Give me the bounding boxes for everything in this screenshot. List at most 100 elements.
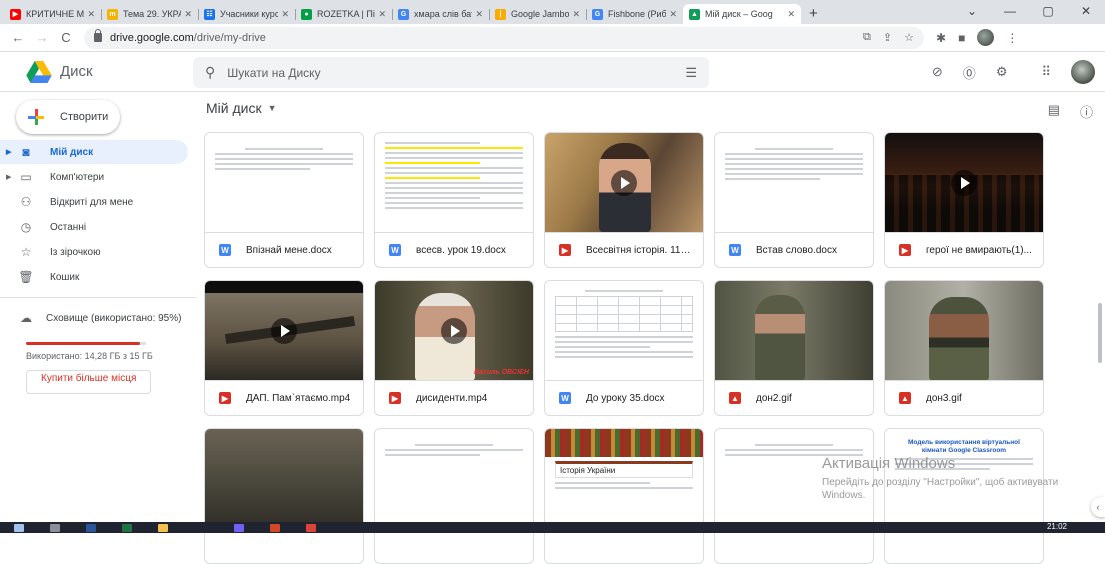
maximize-icon[interactable]: ▢ [1029, 0, 1067, 24]
reload-icon[interactable]: C [56, 30, 76, 45]
viber-taskbar-icon[interactable] [234, 523, 244, 532]
drive-brand[interactable]: Диск [60, 63, 93, 80]
chrome-taskbar-icon[interactable] [306, 523, 316, 532]
file-card[interactable]: ▲ дон3.gif [884, 280, 1044, 416]
file-card[interactable]: ▶ Всесвітня історія. 11 к... [544, 132, 704, 268]
sidebar-item-recent[interactable]: ◷ Останні [0, 215, 188, 239]
breadcrumb[interactable]: Мій диск ▼ [206, 100, 277, 116]
windows-start-icon[interactable] [14, 523, 24, 532]
file-card[interactable]: W Встав слово.docx [714, 132, 874, 268]
search-input[interactable] [227, 65, 668, 80]
expand-arrow-icon[interactable]: ▶ [6, 148, 18, 156]
sidebar-item-computers[interactable]: ▶ ▭ Комп'ютери [0, 165, 188, 189]
file-card[interactable] [204, 428, 364, 564]
tab-close-icon[interactable]: ✕ [281, 9, 289, 20]
install-app-icon[interactable]: ⧉ [863, 31, 871, 44]
file-card[interactable]: Василь ОВСІЄН ▶ дисиденти.mp4 [374, 280, 534, 416]
offline-status-icon[interactable]: ⊘ [932, 64, 943, 80]
sidebar-item-my-drive[interactable]: ▶ ◙ Мій диск [0, 140, 188, 164]
browser-tab[interactable]: ▲ Мій диск – Goog ✕ [683, 4, 801, 24]
browser-tab[interactable]: ☷ Учасники курсу ✕ [198, 4, 295, 24]
url-field[interactable]: drive.google.com/drive/my-drive ⧉ ⇪ ☆ [84, 26, 924, 49]
info-icon[interactable]: ⓘ [1080, 102, 1093, 121]
file-card[interactable]: ▶ герої не вмирають(1)... [884, 132, 1044, 268]
scrollbar[interactable] [1098, 303, 1102, 363]
sidebar-item-shared[interactable]: ⚇ Відкриті для мене [0, 190, 188, 214]
tab-close-icon[interactable]: ✕ [572, 9, 580, 20]
tab-label: хмара слів батьк [414, 9, 472, 19]
back-icon[interactable]: ← [8, 30, 28, 45]
play-icon[interactable] [611, 169, 637, 196]
browser-tab[interactable]: | Google Jamboard✕ [489, 4, 586, 24]
tab-label: Мій диск – Goog [705, 9, 773, 19]
doc-title: Модель використання віртуальної кімнати … [908, 439, 1020, 454]
minimize-icon[interactable]: — [991, 0, 1029, 24]
browser-tab[interactable]: ● ROZETKA | Підв✕ [295, 4, 392, 24]
file-card[interactable]: W Впізнай мене.docx [204, 132, 364, 268]
tab-close-icon[interactable]: ✕ [669, 9, 677, 20]
play-icon[interactable] [951, 169, 977, 196]
search-options-icon[interactable]: ☰ [685, 65, 697, 81]
file-card[interactable]: ▶ ДАП. Пам`ятаємо.mp4 [204, 280, 364, 416]
browser-tab[interactable]: G Fishbone (Рибна✕ [586, 4, 683, 24]
file-card[interactable]: Wвсесв. урок 19.docx [374, 132, 534, 268]
sidebar-item-storage[interactable]: ☁ Сховище (використано: 95%) [0, 306, 188, 330]
file-card[interactable] [374, 428, 534, 564]
extension-pin-icon[interactable]: ✱ [936, 31, 946, 45]
tab-search-icon[interactable]: ⌄ [953, 0, 991, 24]
browser-tab[interactable]: Gхмара слів батьк✕ [392, 4, 489, 24]
create-button[interactable]: Створити [16, 100, 120, 134]
help-icon[interactable]: ⓪ [963, 63, 976, 82]
file-thumbnail [715, 133, 873, 233]
expand-arrow-icon[interactable]: ▶ [6, 173, 18, 181]
file-card[interactable]: ▲ дон2.gif [714, 280, 874, 416]
tab-close-icon[interactable]: ✕ [378, 9, 386, 20]
tab-close-icon[interactable]: ✕ [787, 9, 795, 20]
drive-logo-icon[interactable] [24, 60, 54, 83]
account-avatar[interactable] [1071, 60, 1095, 84]
watermark-text: Перейдіть до розділу "Настройки", щоб ак… [822, 477, 1059, 501]
excel-taskbar-icon[interactable] [122, 523, 132, 532]
forward-icon[interactable]: → [32, 30, 52, 45]
address-bar: ← → C drive.google.com/drive/my-drive ⧉ … [0, 24, 1105, 52]
tab-label: Google Jamboard [511, 9, 570, 19]
new-tab-icon[interactable]: + [809, 5, 818, 22]
play-icon[interactable] [441, 317, 467, 344]
file-name: всесв. урок 19.docx [416, 244, 506, 256]
buy-storage-button[interactable]: Купити більше місця [26, 370, 151, 394]
file-name: Встав слово.docx [756, 244, 837, 256]
profile-avatar[interactable] [977, 29, 995, 46]
sidebar-item-starred[interactable]: ☆ Із зірочкою [0, 240, 188, 264]
plus-icon [28, 109, 44, 125]
play-icon[interactable] [271, 317, 297, 344]
sidebar-item-trash[interactable]: 🗑 Кошик [0, 265, 188, 289]
file-name: Всесвітня історія. 11 к... [586, 244, 693, 256]
browser-tab[interactable]: ▶ КРИТИЧНЕ МИС✕ [4, 4, 101, 24]
browser-tab[interactable]: m Тема 29. УКРАЇН✕ [101, 4, 198, 24]
file-card[interactable]: Історія України [544, 428, 704, 564]
word-taskbar-icon[interactable] [86, 523, 96, 532]
tab-close-icon[interactable]: ✕ [184, 9, 192, 20]
share-icon[interactable]: ⇪ [883, 31, 892, 44]
taskbar-clock[interactable]: 21:02 [1047, 522, 1067, 531]
lock-icon[interactable] [94, 29, 102, 42]
settings-gear-icon[interactable]: ⚙ [996, 64, 1008, 80]
browser-menu-icon[interactable]: ⋮ [1006, 31, 1018, 45]
search-taskbar-icon[interactable] [50, 523, 60, 532]
list-view-icon[interactable]: ▤ [1048, 102, 1060, 121]
file-card[interactable]: W До уроку 35.docx [544, 280, 704, 416]
bookmark-star-icon[interactable]: ☆ [904, 31, 914, 44]
close-window-icon[interactable]: ✕ [1067, 0, 1105, 24]
computer-icon: ▭ [20, 170, 32, 184]
tab-close-icon[interactable]: ✕ [87, 9, 95, 20]
word-file-icon: W [219, 244, 231, 256]
powerpoint-taskbar-icon[interactable] [270, 523, 280, 532]
explorer-taskbar-icon[interactable] [158, 523, 168, 532]
file-name: герої не вмирають(1)... [926, 244, 1032, 256]
apps-grid-icon[interactable]: ⠿ [1041, 64, 1051, 80]
file-name: До уроку 35.docx [586, 392, 665, 404]
tab-close-icon[interactable]: ✕ [475, 9, 483, 20]
side-panel-icon[interactable]: ■ [958, 31, 965, 45]
side-panel-toggle-icon[interactable]: ‹ [1091, 497, 1105, 517]
search-icon[interactable]: ⚲ [205, 64, 215, 81]
